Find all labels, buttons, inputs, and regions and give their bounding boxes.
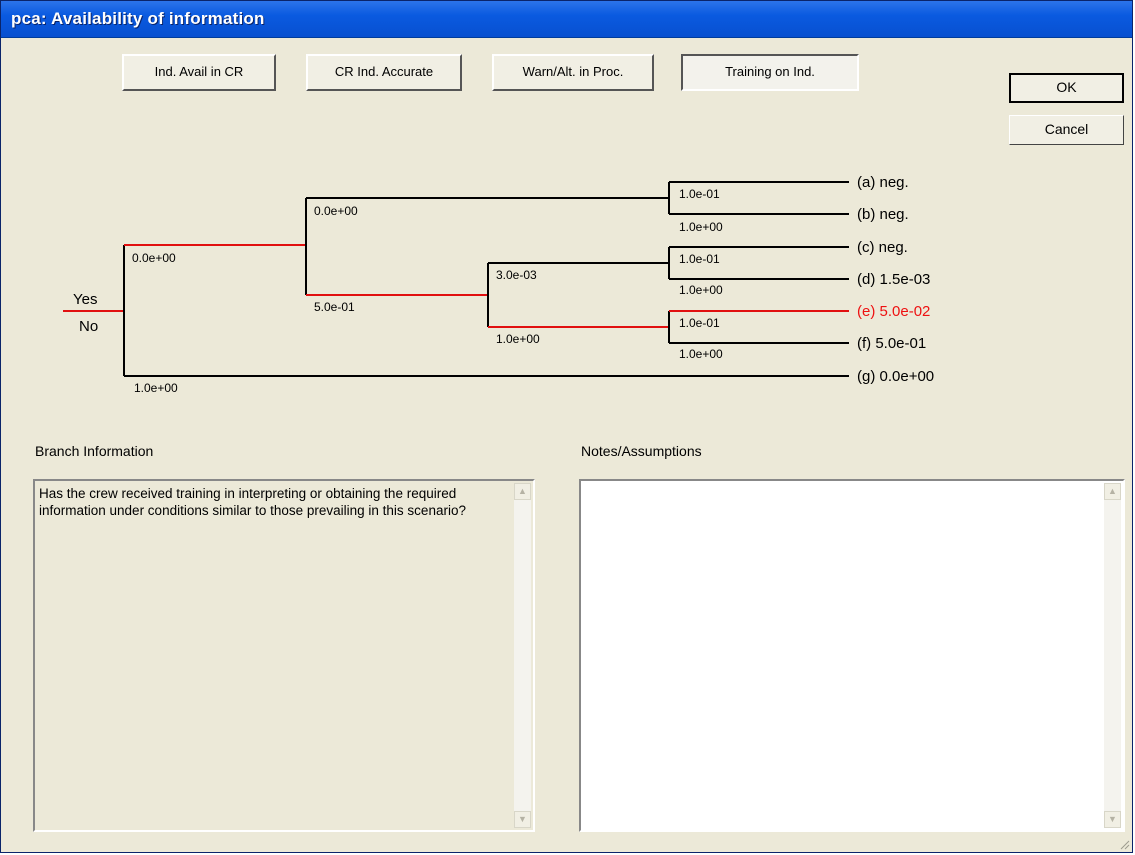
outcome-b[interactable]: (b) neg. (857, 206, 909, 223)
node4c-down-label: 1.0e+00 (679, 283, 723, 297)
scroll-down-icon[interactable]: ▼ (1104, 811, 1121, 828)
no-label: No (79, 318, 98, 335)
notes-scrollbar[interactable]: ▲ ▼ (1104, 483, 1121, 828)
outcome-a[interactable]: (a) neg. (857, 174, 909, 191)
resize-grip-icon[interactable] (1118, 838, 1130, 850)
window-title: pca: Availability of information (11, 9, 265, 28)
node1-up-label: 0.0e+00 (132, 251, 176, 265)
branch-info-box[interactable]: Has the crew received training in interp… (33, 479, 535, 832)
scroll-down-icon[interactable]: ▼ (514, 811, 531, 828)
branch-info-caption: Branch Information (35, 443, 154, 459)
node4e-up-label: 1.0e-01 (679, 316, 720, 330)
node2-down-label: 5.0e-01 (314, 300, 355, 314)
node4c-up-label: 1.0e-01 (679, 252, 720, 266)
notes-caption: Notes/Assumptions (581, 443, 702, 459)
node3-up-label: 3.0e-03 (496, 268, 537, 282)
title-bar[interactable]: pca: Availability of information (1, 1, 1132, 38)
dialog-window: pca: Availability of information Ind. Av… (0, 0, 1133, 853)
scroll-up-icon[interactable]: ▲ (1104, 483, 1121, 500)
node4a-up-label: 1.0e-01 (679, 187, 720, 201)
branch-info-text: Has the crew received training in interp… (39, 486, 466, 518)
node4a-down-label: 1.0e+00 (679, 220, 723, 234)
outcome-c[interactable]: (c) neg. (857, 239, 908, 256)
branch-info-scrollbar[interactable]: ▲ ▼ (514, 483, 531, 828)
outcome-g[interactable]: (g) 0.0e+00 (857, 368, 934, 385)
event-tree: Yes No 0.0e+00 1.0e+00 0.0e+00 5.0e-01 3… (63, 174, 934, 395)
outcome-e[interactable]: (e) 5.0e-02 (857, 303, 930, 320)
node1-down-label: 1.0e+00 (134, 381, 178, 395)
node2-up-label: 0.0e+00 (314, 204, 358, 218)
node3-down-label: 1.0e+00 (496, 332, 540, 346)
outcome-f[interactable]: (f) 5.0e-01 (857, 335, 926, 352)
notes-box[interactable]: ▲ ▼ (579, 479, 1125, 832)
scroll-up-icon[interactable]: ▲ (514, 483, 531, 500)
node4e-down-label: 1.0e+00 (679, 347, 723, 361)
outcome-d[interactable]: (d) 1.5e-03 (857, 271, 930, 288)
yes-label: Yes (73, 291, 97, 308)
